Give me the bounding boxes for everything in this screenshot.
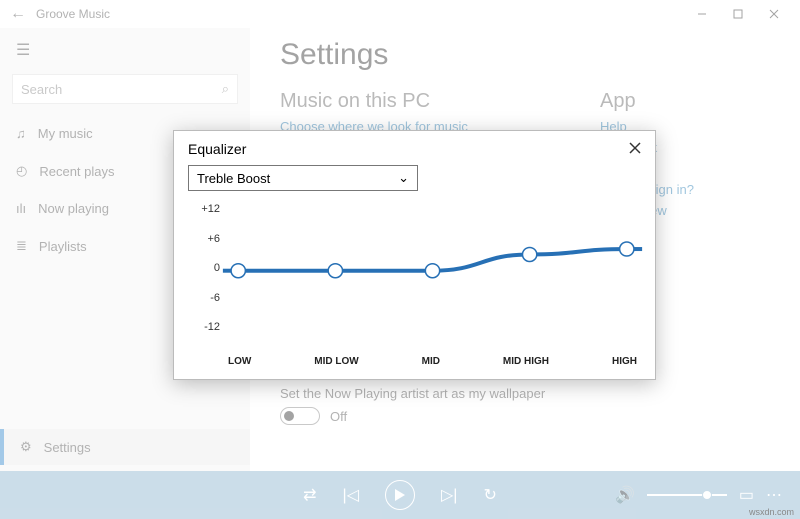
eq-band-handle[interactable] — [522, 247, 536, 261]
equalizer-chart: +12 +6 0 -6 -12 LOW MID LOW MID MID HIGH… — [192, 197, 637, 367]
eq-band-handle[interactable] — [328, 264, 342, 278]
x-tick: MID LOW — [314, 356, 358, 367]
dialog-close-button[interactable] — [629, 141, 641, 157]
equalizer-dialog: Equalizer Treble Boost ⌄ +12 +6 0 -6 -12… — [173, 130, 656, 380]
close-icon — [629, 142, 641, 154]
preset-dropdown[interactable]: Treble Boost ⌄ — [188, 165, 418, 191]
x-tick: HIGH — [612, 356, 637, 367]
x-tick: LOW — [228, 356, 251, 367]
y-tick: -12 — [192, 321, 220, 333]
x-tick: MID — [422, 356, 440, 367]
watermark: wsxdn.com — [749, 507, 794, 517]
x-tick: MID HIGH — [503, 356, 549, 367]
eq-plot-area — [228, 203, 637, 333]
y-tick: +6 — [192, 233, 220, 245]
eq-band-handle[interactable] — [620, 242, 634, 256]
y-tick: +12 — [192, 203, 220, 215]
eq-band-handle[interactable] — [425, 264, 439, 278]
y-tick: 0 — [192, 262, 220, 274]
x-axis-labels: LOW MID LOW MID MID HIGH HIGH — [228, 356, 637, 367]
eq-band-handle[interactable] — [231, 264, 245, 278]
y-tick: -6 — [192, 292, 220, 304]
dialog-title: Equalizer — [188, 141, 246, 157]
preset-value: Treble Boost — [197, 171, 270, 186]
chevron-down-icon: ⌄ — [398, 170, 409, 186]
app-window: ← Groove Music ☰ Search ⌕ ♫ My music ◴ R… — [0, 0, 800, 519]
y-axis-labels: +12 +6 0 -6 -12 — [192, 203, 220, 333]
